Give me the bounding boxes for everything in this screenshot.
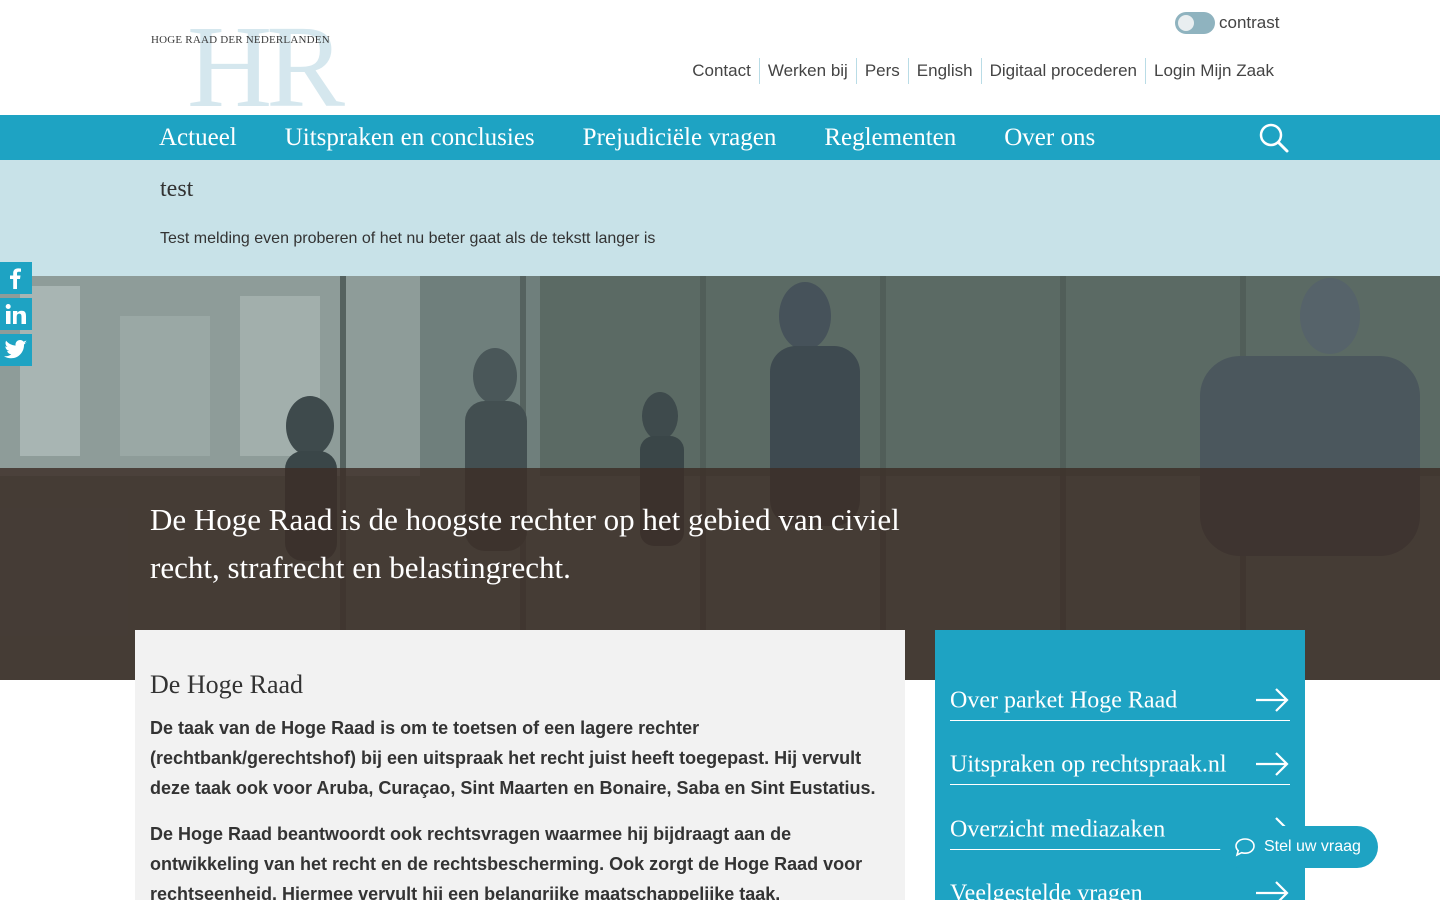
quicklink-label: Uitspraken op rechtspraak.nl (950, 751, 1227, 778)
chat-button[interactable]: Stel uw vraag (1220, 826, 1378, 868)
notice-text: Test melding even proberen of het nu bet… (160, 230, 656, 247)
intro-card: De Hoge Raad De taak van de Hoge Raad is… (135, 630, 905, 900)
quicklink-uitspraken-rechtspraak[interactable]: Uitspraken op rechtspraak.nl (950, 721, 1290, 785)
hero-tagline: De Hoge Raad is de hoogste rechter op he… (150, 502, 900, 585)
chat-bubble-icon (1235, 838, 1255, 857)
arrow-right-icon (1256, 881, 1289, 900)
logo-monogram: HR (187, 1, 345, 132)
arrow-right-icon (1256, 688, 1289, 712)
quicklink-label: Veelgestelde vragen (950, 880, 1143, 900)
social-share-bar (0, 262, 32, 370)
contrast-toggle[interactable]: contrast (1175, 12, 1279, 34)
intro-paragraph-2: De Hoge Raad beantwoordt ook rechtsvrage… (150, 824, 863, 900)
main-nav: Actueel Uitspraken en conclusies Prejudi… (0, 115, 1440, 160)
topnav-login-mijn-zaak[interactable]: Login Mijn Zaak (1144, 58, 1282, 84)
notice-title: test (160, 176, 194, 202)
topnav-werken-bij[interactable]: Werken bij (758, 58, 856, 84)
site-header: HR HOGE RAAD DER NEDERLANDEN contrast Co… (0, 0, 1440, 126)
quicklink-label: Over parket Hoge Raad (950, 687, 1178, 714)
topnav-english[interactable]: English (907, 58, 981, 84)
facebook-icon[interactable] (0, 262, 32, 294)
toggle-switch[interactable] (1175, 12, 1215, 34)
linkedin-icon[interactable] (0, 298, 32, 330)
mainnav-reglementen[interactable]: Reglementen (824, 115, 956, 160)
topnav-contact[interactable]: Contact (684, 58, 759, 84)
notice-banner: test Test melding even proberen of het n… (0, 160, 1440, 276)
logo-name: HOGE RAAD DER NEDERLANDEN (151, 34, 330, 46)
intro-paragraph-1: De taak van de Hoge Raad is om te toetse… (150, 718, 876, 798)
hero-image: De Hoge Raad is de hoogste rechter op he… (0, 276, 1440, 680)
mainnav-prejudiciele-vragen[interactable]: Prejudiciële vragen (583, 115, 777, 160)
contrast-label: contrast (1219, 13, 1280, 32)
site-logo[interactable]: HR HOGE RAAD DER NEDERLANDEN (151, 8, 391, 126)
mainnav-over-ons[interactable]: Over ons (1004, 115, 1095, 160)
intro-title: De Hoge Raad (150, 670, 304, 699)
mainnav-actueel[interactable]: Actueel (159, 115, 237, 160)
quicklink-label: Overzicht mediazaken (950, 816, 1166, 843)
mainnav-uitspraken[interactable]: Uitspraken en conclusies (285, 115, 535, 160)
search-icon[interactable] (1258, 122, 1290, 154)
topnav-pers[interactable]: Pers (855, 58, 908, 84)
toggle-knob (1178, 15, 1194, 31)
utility-nav: Contact Werken bij Pers English Digitaal… (684, 58, 1282, 84)
topnav-digitaal-procederen[interactable]: Digitaal procederen (980, 58, 1145, 84)
arrow-right-icon (1256, 752, 1289, 776)
chat-label: Stel uw vraag (1264, 838, 1361, 855)
quicklink-over-parket[interactable]: Over parket Hoge Raad (950, 657, 1290, 721)
twitter-icon[interactable] (0, 334, 32, 366)
